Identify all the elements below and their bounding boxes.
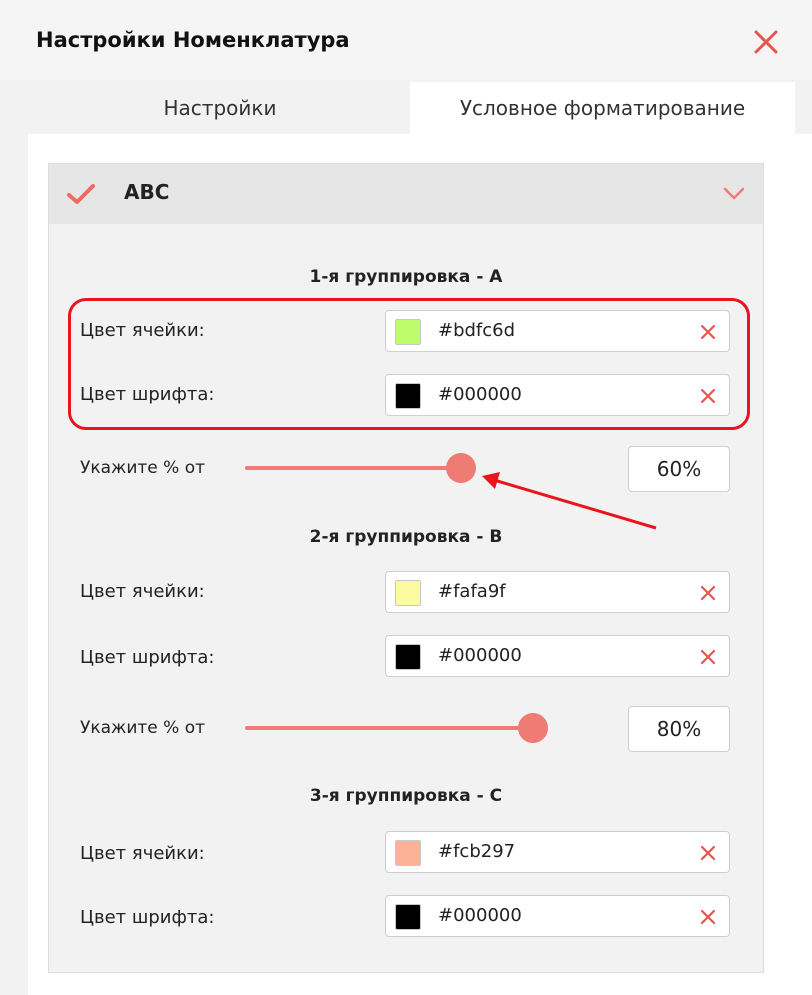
group-c-title: 3-я группировка - C <box>309 786 503 806</box>
checkmark-icon[interactable] <box>66 182 96 206</box>
group-a-percent-label: Укажите % от <box>80 458 206 478</box>
group-a-slider-thumb[interactable] <box>446 453 476 483</box>
group-c-font-color-label: Цвет шрифта: <box>80 907 215 928</box>
color-value[interactable]: #000000 <box>438 905 522 926</box>
color-value[interactable]: #fafa9f <box>438 581 506 602</box>
chevron-down-icon[interactable] <box>722 186 746 202</box>
tab-settings[interactable]: Настройки <box>70 82 370 134</box>
color-swatch[interactable] <box>395 580 421 606</box>
group-a-title: 1-я группировка - A <box>309 267 503 287</box>
annotation-highlight <box>68 298 750 430</box>
group-b-font-color-field[interactable]: #000000 <box>385 635 730 677</box>
group-b-slider-thumb[interactable] <box>518 713 548 743</box>
close-icon[interactable] <box>752 28 780 56</box>
dialog-title: Настройки Номенклатура <box>36 28 350 52</box>
group-b-slider-track[interactable] <box>245 726 533 730</box>
clear-icon[interactable] <box>699 648 717 666</box>
group-b-percent-label: Укажите % от <box>80 718 206 738</box>
settings-dialog: Настройки Номенклатура Настройки Условно… <box>0 0 812 995</box>
panel-title: ABC <box>124 180 170 204</box>
group-b-percent-input[interactable]: 80% <box>628 706 730 752</box>
group-c-cell-color-label: Цвет ячейки: <box>80 843 205 864</box>
clear-icon[interactable] <box>699 584 717 602</box>
color-swatch[interactable] <box>395 904 421 930</box>
group-b-cell-color-label: Цвет ячейки: <box>80 581 205 602</box>
group-b-font-color-label: Цвет шрифта: <box>80 647 215 668</box>
annotation-arrow <box>482 472 657 530</box>
color-value[interactable]: #000000 <box>438 645 522 666</box>
group-b-cell-color-field[interactable]: #fafa9f <box>385 571 730 613</box>
color-value[interactable]: #fcb297 <box>438 841 515 862</box>
clear-icon[interactable] <box>699 908 717 926</box>
group-c-font-color-field[interactable]: #000000 <box>385 895 730 937</box>
clear-icon[interactable] <box>699 844 717 862</box>
group-c-cell-color-field[interactable]: #fcb297 <box>385 831 730 873</box>
color-swatch[interactable] <box>395 644 421 670</box>
group-a-slider-track[interactable] <box>245 466 461 470</box>
color-swatch[interactable] <box>395 840 421 866</box>
tab-conditional-formatting[interactable]: Условное форматирование <box>410 82 795 134</box>
group-b-title: 2-я группировка - B <box>309 527 503 547</box>
